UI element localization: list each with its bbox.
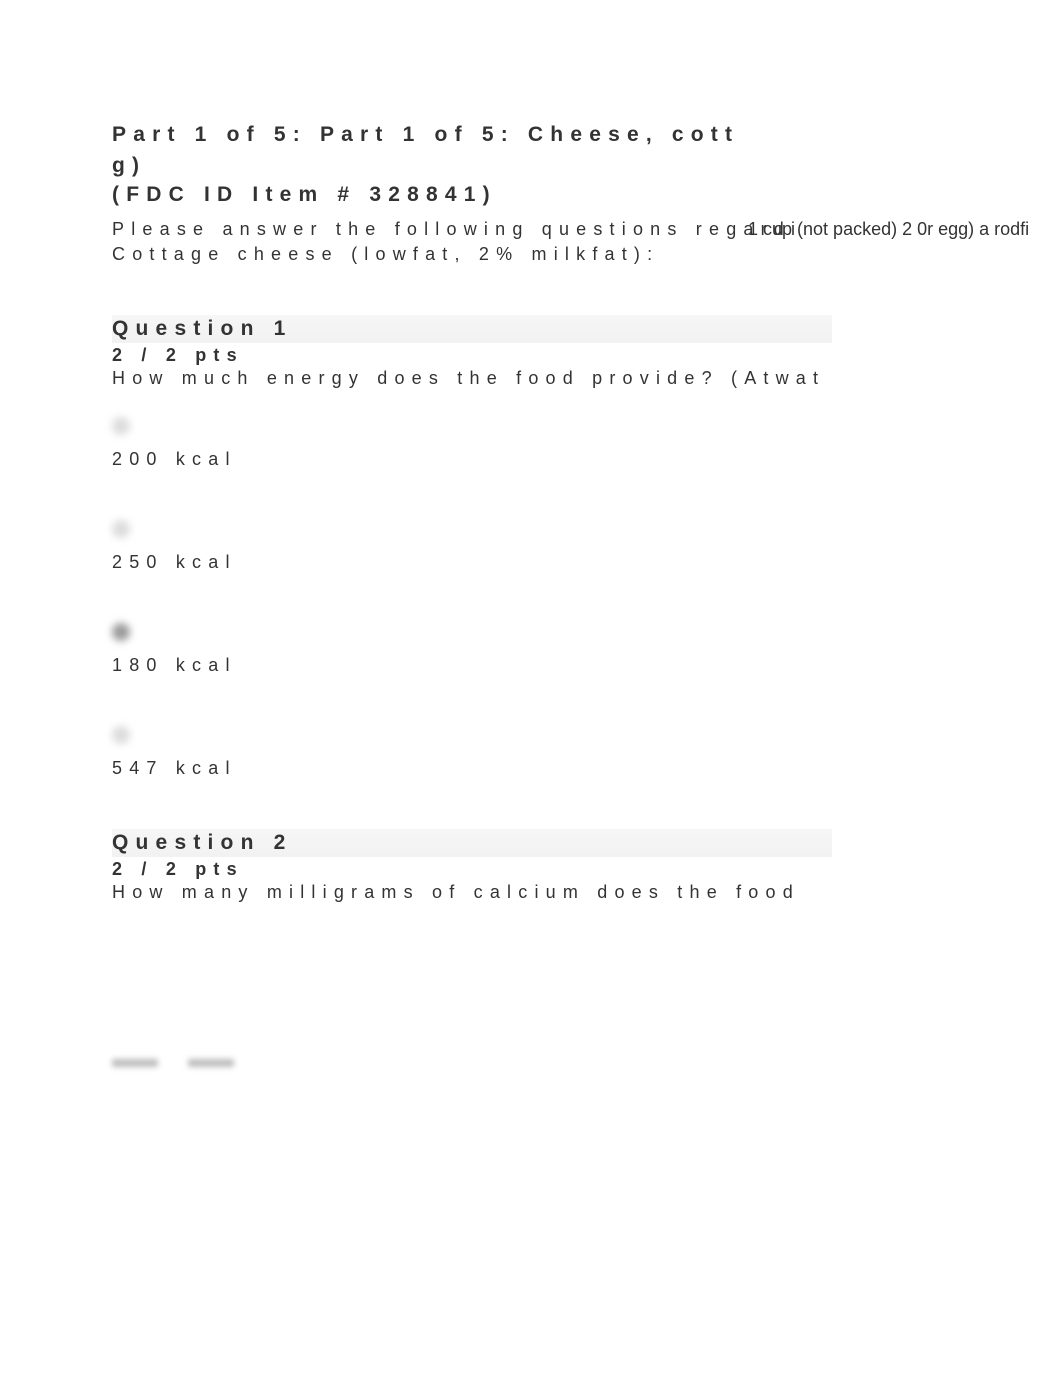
question-points: 2 / 2 pts (112, 859, 1062, 880)
instructions-block: Please answer the following questions re… (112, 217, 1062, 267)
question-1: Question 1 2 / 2 pts How much energy doe… (112, 315, 1062, 779)
radio-icon (112, 726, 130, 744)
instructions-line2: Cottage cheese (lowfat, 2% milkfat): (112, 242, 1062, 267)
instructions-overlay: 1 cup (not packed) 2 0r egg) a rodfi (748, 217, 1029, 242)
option-label: 547 kcal (112, 758, 1062, 779)
radio-icon (112, 417, 130, 435)
option-label: 200 kcal (112, 449, 1062, 470)
question-title: Question 2 (112, 829, 832, 857)
radio-icon (112, 520, 130, 538)
part-header-line1: Part 1 of 5: Part 1 of 5: Cheese, cott (112, 120, 1062, 149)
question-text: How many milligrams of calcium does the … (112, 882, 1062, 903)
blur-block (188, 1059, 234, 1067)
question-text: How much energy does the food provide? (… (112, 368, 1062, 389)
blur-block (112, 1059, 158, 1067)
question-title: Question 1 (112, 315, 832, 343)
fdc-id: (FDC ID Item # 328841) (112, 183, 1062, 207)
question-2: Question 2 2 / 2 pts How many milligrams… (112, 829, 1062, 903)
option-label: 250 kcal (112, 552, 1062, 573)
part-header-line2: g) (112, 151, 1062, 180)
blurred-footer (112, 1059, 234, 1067)
question-points: 2 / 2 pts (112, 345, 1062, 366)
option-2: 250 kcal (112, 520, 1062, 573)
radio-icon (112, 623, 130, 641)
option-4: 547 kcal (112, 726, 1062, 779)
option-3: 180 kcal (112, 623, 1062, 676)
option-1: 200 kcal (112, 417, 1062, 470)
option-label: 180 kcal (112, 655, 1062, 676)
